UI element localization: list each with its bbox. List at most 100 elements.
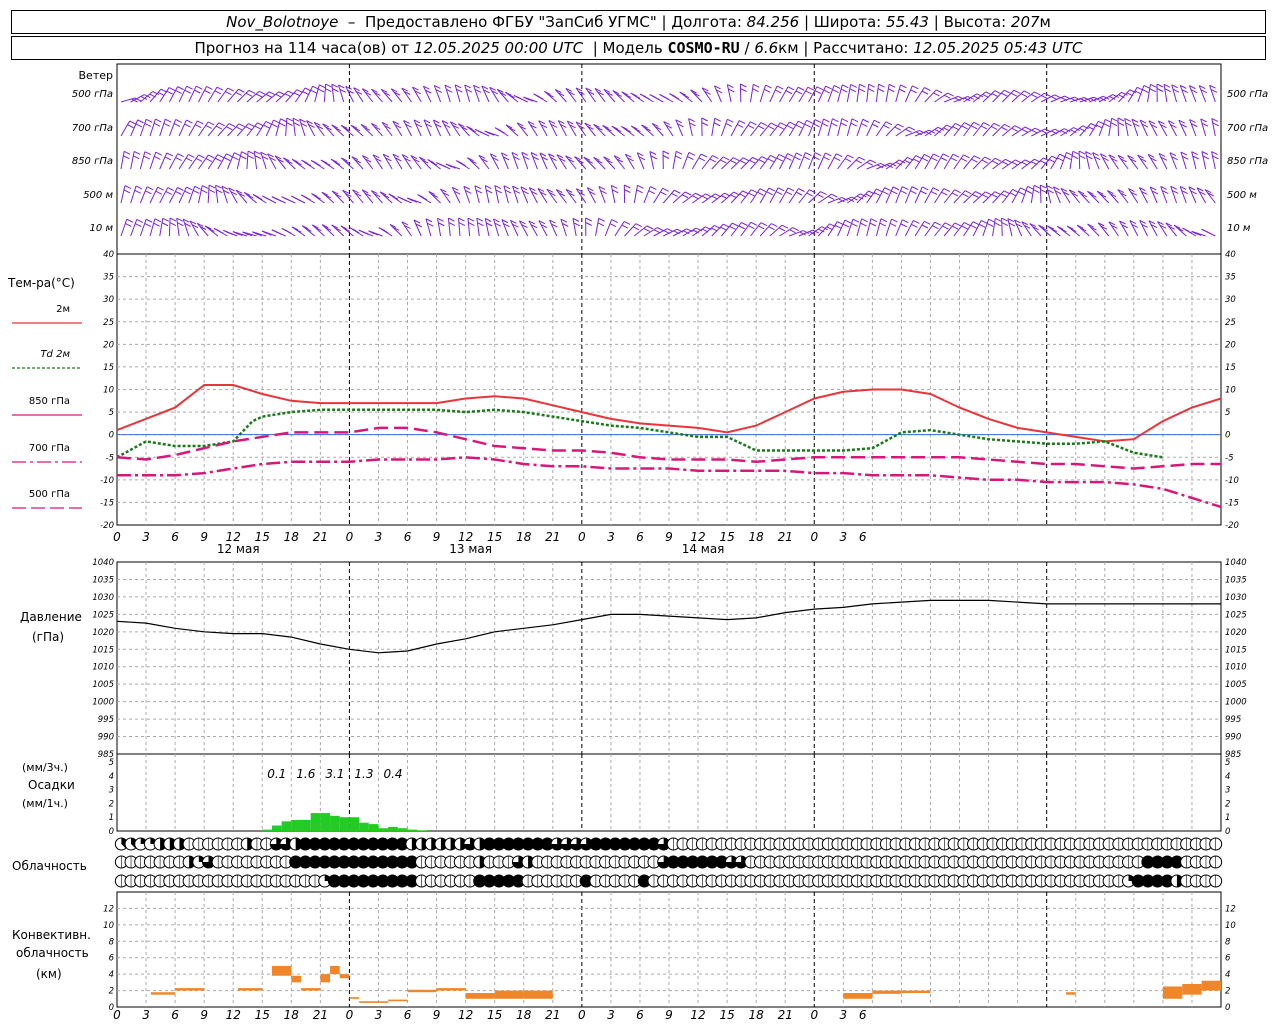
wind-barb-flag — [990, 126, 998, 130]
wind-barb-flag — [713, 122, 721, 127]
wind-barb — [726, 84, 735, 103]
wind-barb — [713, 85, 723, 103]
wind-barb-flag — [804, 123, 811, 128]
wind-barb — [914, 87, 931, 103]
wind-barb — [885, 218, 898, 237]
wind-barb-shaft — [1087, 223, 1100, 237]
wind-barb — [575, 188, 587, 204]
precip-bar — [407, 829, 418, 831]
wind-barb-flag — [662, 155, 670, 159]
wind-barb-flag — [897, 123, 904, 128]
precip-tick-right: 0 — [1225, 827, 1230, 837]
wind-barb-flag — [468, 222, 475, 227]
wind-barb-flag — [876, 188, 883, 193]
wind-barb-shaft — [972, 156, 986, 170]
wind-barb-flag — [738, 225, 746, 230]
wind-barb-flag — [623, 221, 631, 225]
temperature-tick-left: 10 — [103, 386, 114, 396]
wind-barb-flag — [1185, 229, 1193, 234]
wind-barb — [267, 153, 277, 170]
wind-barb-flag — [257, 122, 264, 127]
wind-barb-shaft — [413, 219, 422, 237]
wind-barb-flag — [624, 189, 631, 193]
wind-barb-shaft — [846, 118, 853, 137]
wind-barb-flag — [952, 153, 960, 158]
hour-tick-label: 18 — [284, 1008, 300, 1022]
wind-barb-flag — [1011, 161, 1019, 166]
wind-barb-flag — [1001, 92, 1008, 97]
wind-barb — [817, 193, 838, 204]
hour-tick-label: 21 — [778, 530, 793, 544]
wind-barb-flag — [789, 229, 796, 234]
conv-cloud-bar — [238, 988, 263, 991]
wind-barb — [641, 124, 654, 137]
conv-tick-left: 6 — [109, 954, 115, 964]
wind-barb-flag — [787, 86, 795, 91]
wind-barb — [554, 89, 567, 103]
wind-barb-shaft — [1188, 186, 1197, 204]
wind-barb-flag — [827, 195, 835, 200]
wind-barb-flag — [146, 186, 154, 191]
wind-barb-shaft — [1076, 224, 1090, 237]
pressure-tick-right: 1035 — [1225, 575, 1247, 585]
wind-barb-flag — [748, 225, 755, 230]
wind-barb — [217, 123, 236, 137]
wind-barb-flag — [736, 123, 744, 128]
wind-barb-flag — [961, 225, 968, 230]
wind-barb — [1099, 153, 1110, 170]
wind-barb — [662, 150, 670, 170]
wind-barb-shaft — [467, 218, 471, 237]
wind-barb-shaft — [481, 85, 490, 103]
wind-barb-shaft — [613, 155, 625, 170]
cloud-cover-symbol — [1209, 855, 1223, 869]
wind-barb-shaft — [432, 119, 442, 137]
wind-barb-flag — [972, 221, 980, 226]
wind-barb-shaft — [690, 89, 703, 103]
wind-barb-flag — [184, 190, 191, 195]
precip-unit-3h: (мм/3ч.) — [22, 761, 68, 774]
wind-barb-shaft — [1096, 190, 1110, 204]
wind-barb-flag — [173, 123, 181, 128]
wind-barb-flag — [825, 85, 832, 90]
wind-barb — [701, 87, 713, 103]
wind-barb-flag — [184, 123, 191, 128]
wind-barb — [481, 85, 490, 103]
wind-barb — [342, 189, 354, 204]
wind-barb-shaft — [779, 121, 790, 137]
wind-barb-flag — [850, 83, 857, 88]
wind-barb — [301, 225, 316, 237]
wind-barb-flag — [757, 191, 764, 196]
wind-barb — [379, 191, 393, 204]
precip-tick-right: 2 — [1225, 799, 1230, 809]
wind-barb-flag — [448, 222, 456, 227]
wind-barb — [1117, 117, 1125, 137]
conv-cloud-bar — [291, 975, 301, 983]
wind-barb-flag — [188, 154, 195, 158]
wind-barb-flag — [947, 92, 954, 97]
wind-barb-flag — [797, 86, 805, 91]
wind-barb-flag — [922, 186, 929, 191]
wind-barb — [353, 87, 364, 103]
wind-barb — [992, 123, 1011, 137]
wind-barb-flag — [275, 230, 282, 235]
wind-barb-shaft — [1077, 190, 1090, 204]
wind-barb-flag — [798, 188, 805, 192]
wind-barb — [1108, 221, 1119, 237]
wind-barb — [1129, 220, 1139, 237]
hour-tick-label: 0 — [113, 1008, 121, 1022]
wind-barb — [538, 120, 548, 137]
wind-barb-flag — [448, 217, 455, 222]
wind-barb-flag — [597, 222, 605, 227]
wind-barb — [1124, 117, 1132, 137]
wind-barb — [604, 219, 618, 237]
precip-bar — [301, 819, 311, 831]
temperature-tick-right: -5 — [1225, 453, 1233, 463]
wind-barb — [1076, 224, 1090, 237]
wind-barb — [593, 156, 606, 170]
precip-bar — [417, 830, 427, 831]
wind-barb — [1139, 219, 1148, 237]
wind-barb-flag — [439, 163, 447, 168]
wind-barb-flag — [1149, 88, 1156, 93]
wind-barb-flag — [805, 152, 812, 157]
wind-panel-frame — [116, 63, 1222, 255]
